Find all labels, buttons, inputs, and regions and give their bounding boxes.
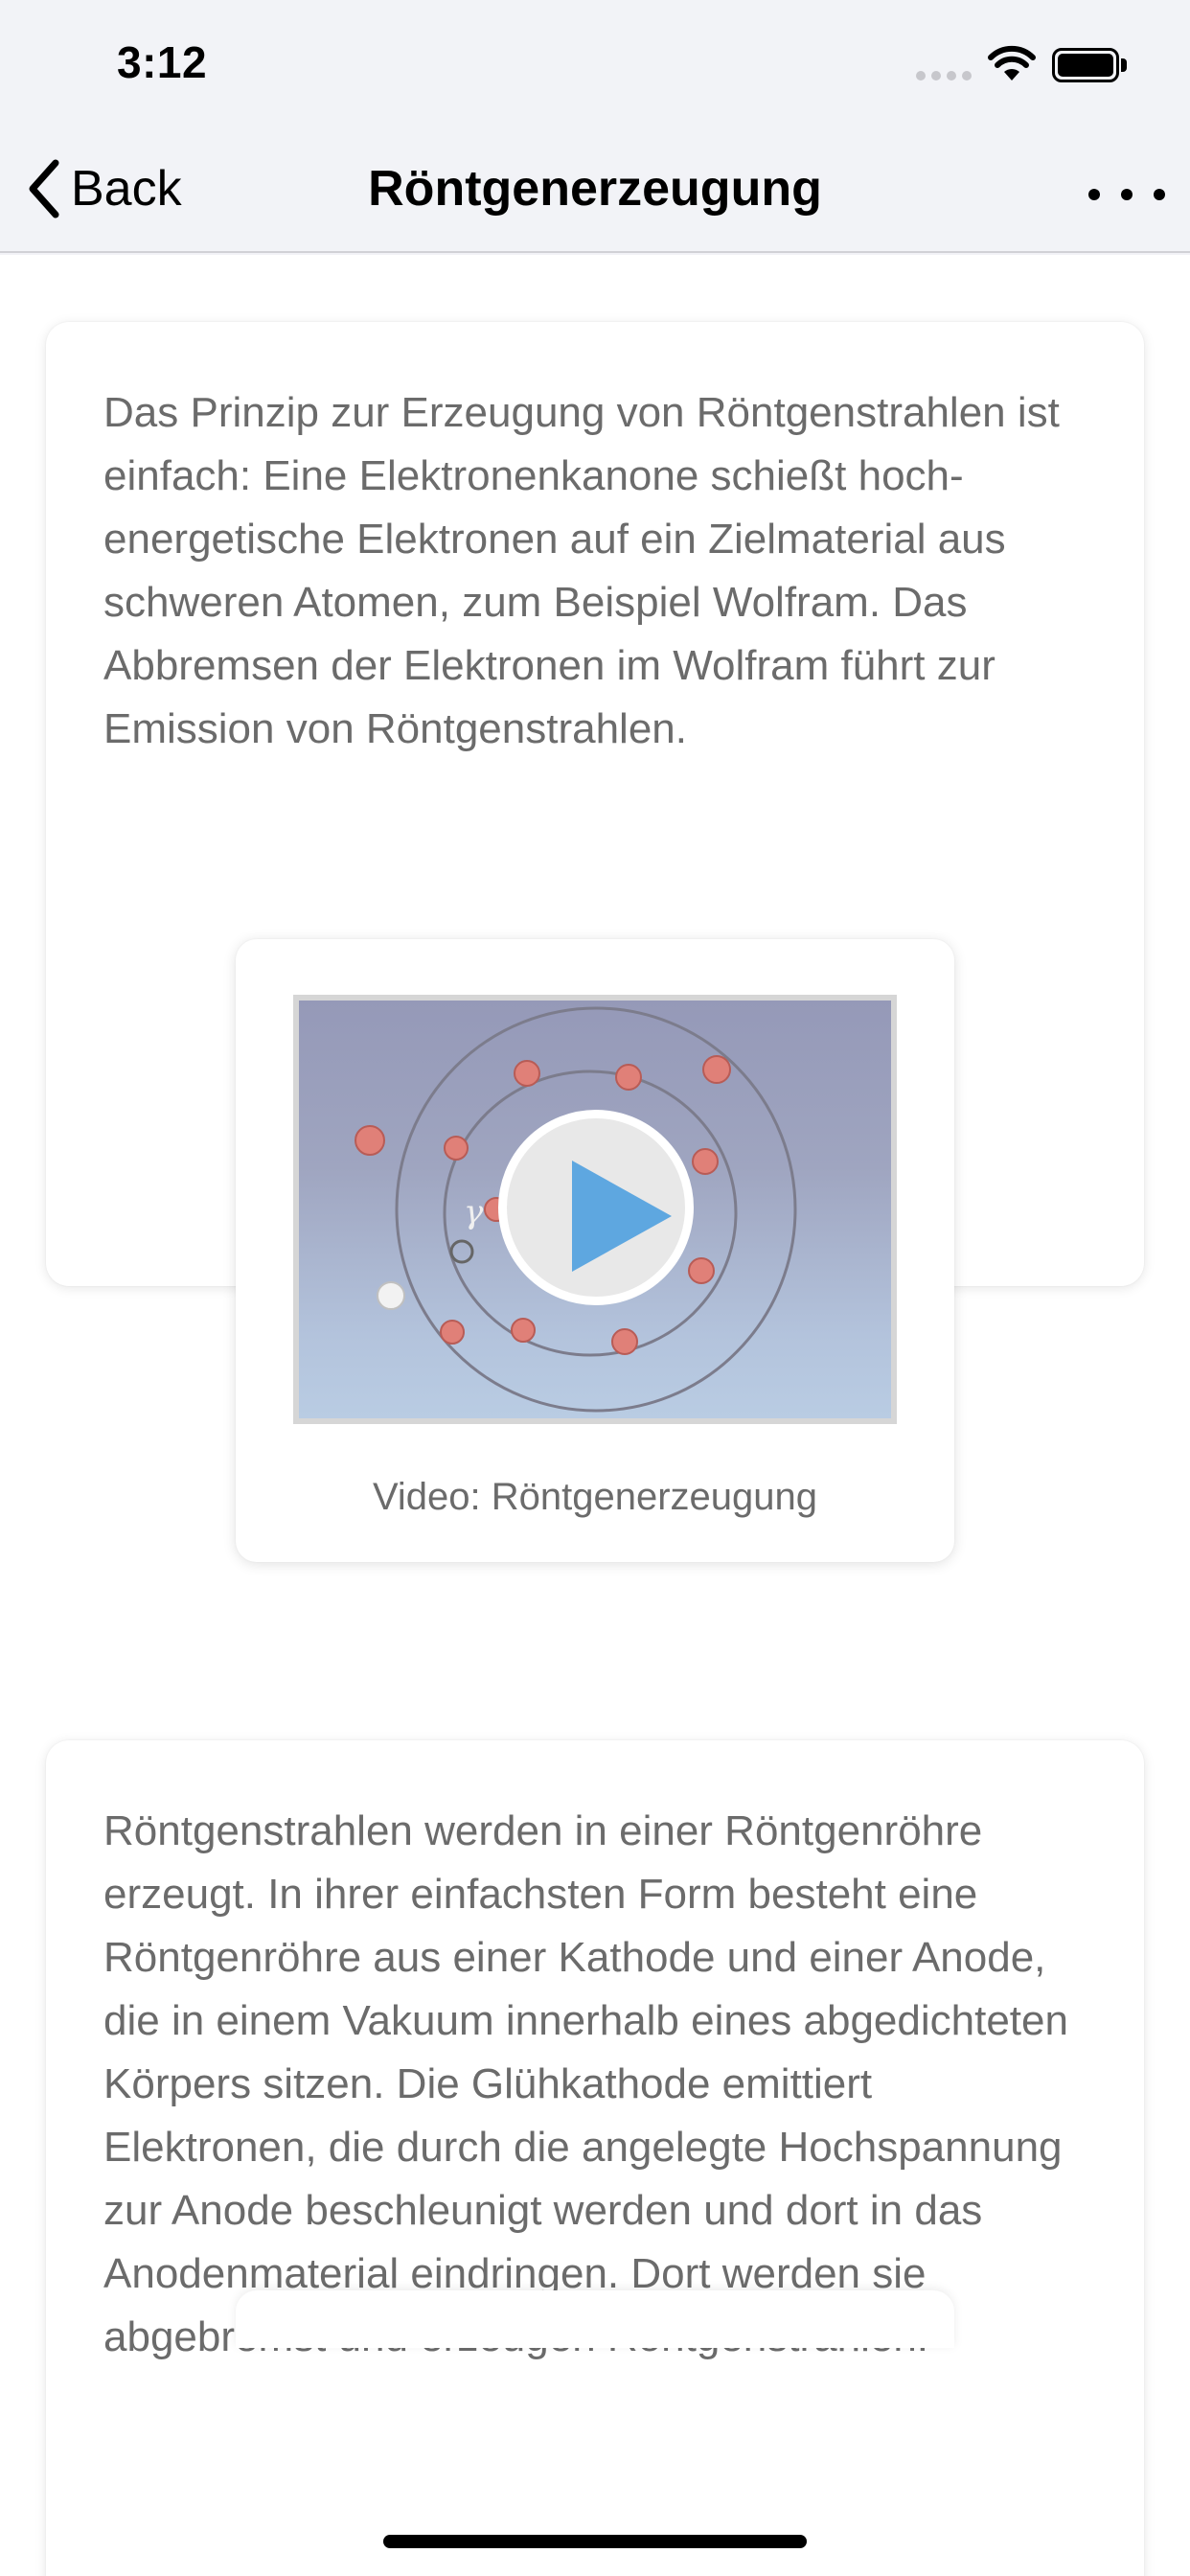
video-thumbnail[interactable]: γ	[293, 995, 897, 1424]
status-time: 3:12	[117, 37, 208, 87]
more-options-button[interactable]	[1088, 180, 1165, 209]
video-caption: Video: Röntgenerzeugung	[372, 1476, 818, 1518]
back-label: Back	[71, 161, 182, 217]
video-card-partial[interactable]	[236, 2290, 954, 2348]
content-card: Röntgenstrahlen werden in einer Röntgenr…	[46, 1740, 1144, 2576]
gamma-symbol: γ	[464, 1193, 484, 1231]
card-paragraph: Röntgenstrahlen werden in einer Röntgenr…	[103, 1807, 1068, 2360]
chevron-left-icon	[29, 159, 59, 218]
play-icon	[572, 1161, 672, 1272]
video-card[interactable]: γ Video: Röntgenerzeugung	[236, 939, 954, 1562]
scroll-content[interactable]: Das Prinzip zur Erzeugung von Röntgenstr…	[0, 255, 1190, 2576]
status-bar: 3:12	[0, 0, 1190, 126]
navigation-bar: Röntgenerzeugung Back	[0, 126, 1190, 253]
battery-icon	[1052, 48, 1127, 82]
more-dot-icon	[1154, 189, 1165, 200]
home-indicator[interactable]	[383, 2535, 807, 2548]
play-button[interactable]	[498, 1110, 694, 1305]
wifi-icon	[988, 45, 1036, 80]
back-button[interactable]: Back	[23, 155, 182, 222]
card-paragraph: Das Prinzip zur Erzeugung von Röntgenstr…	[103, 389, 1060, 752]
content-card: Das Prinzip zur Erzeugung von Röntgenstr…	[46, 322, 1144, 1562]
more-dot-icon	[1088, 189, 1100, 200]
more-dot-icon	[1121, 189, 1133, 200]
app-screen: 3:12 Röntgenerzeugung Back Das Prinzip z…	[0, 0, 1190, 2576]
cellular-signal-icon	[916, 71, 973, 82]
